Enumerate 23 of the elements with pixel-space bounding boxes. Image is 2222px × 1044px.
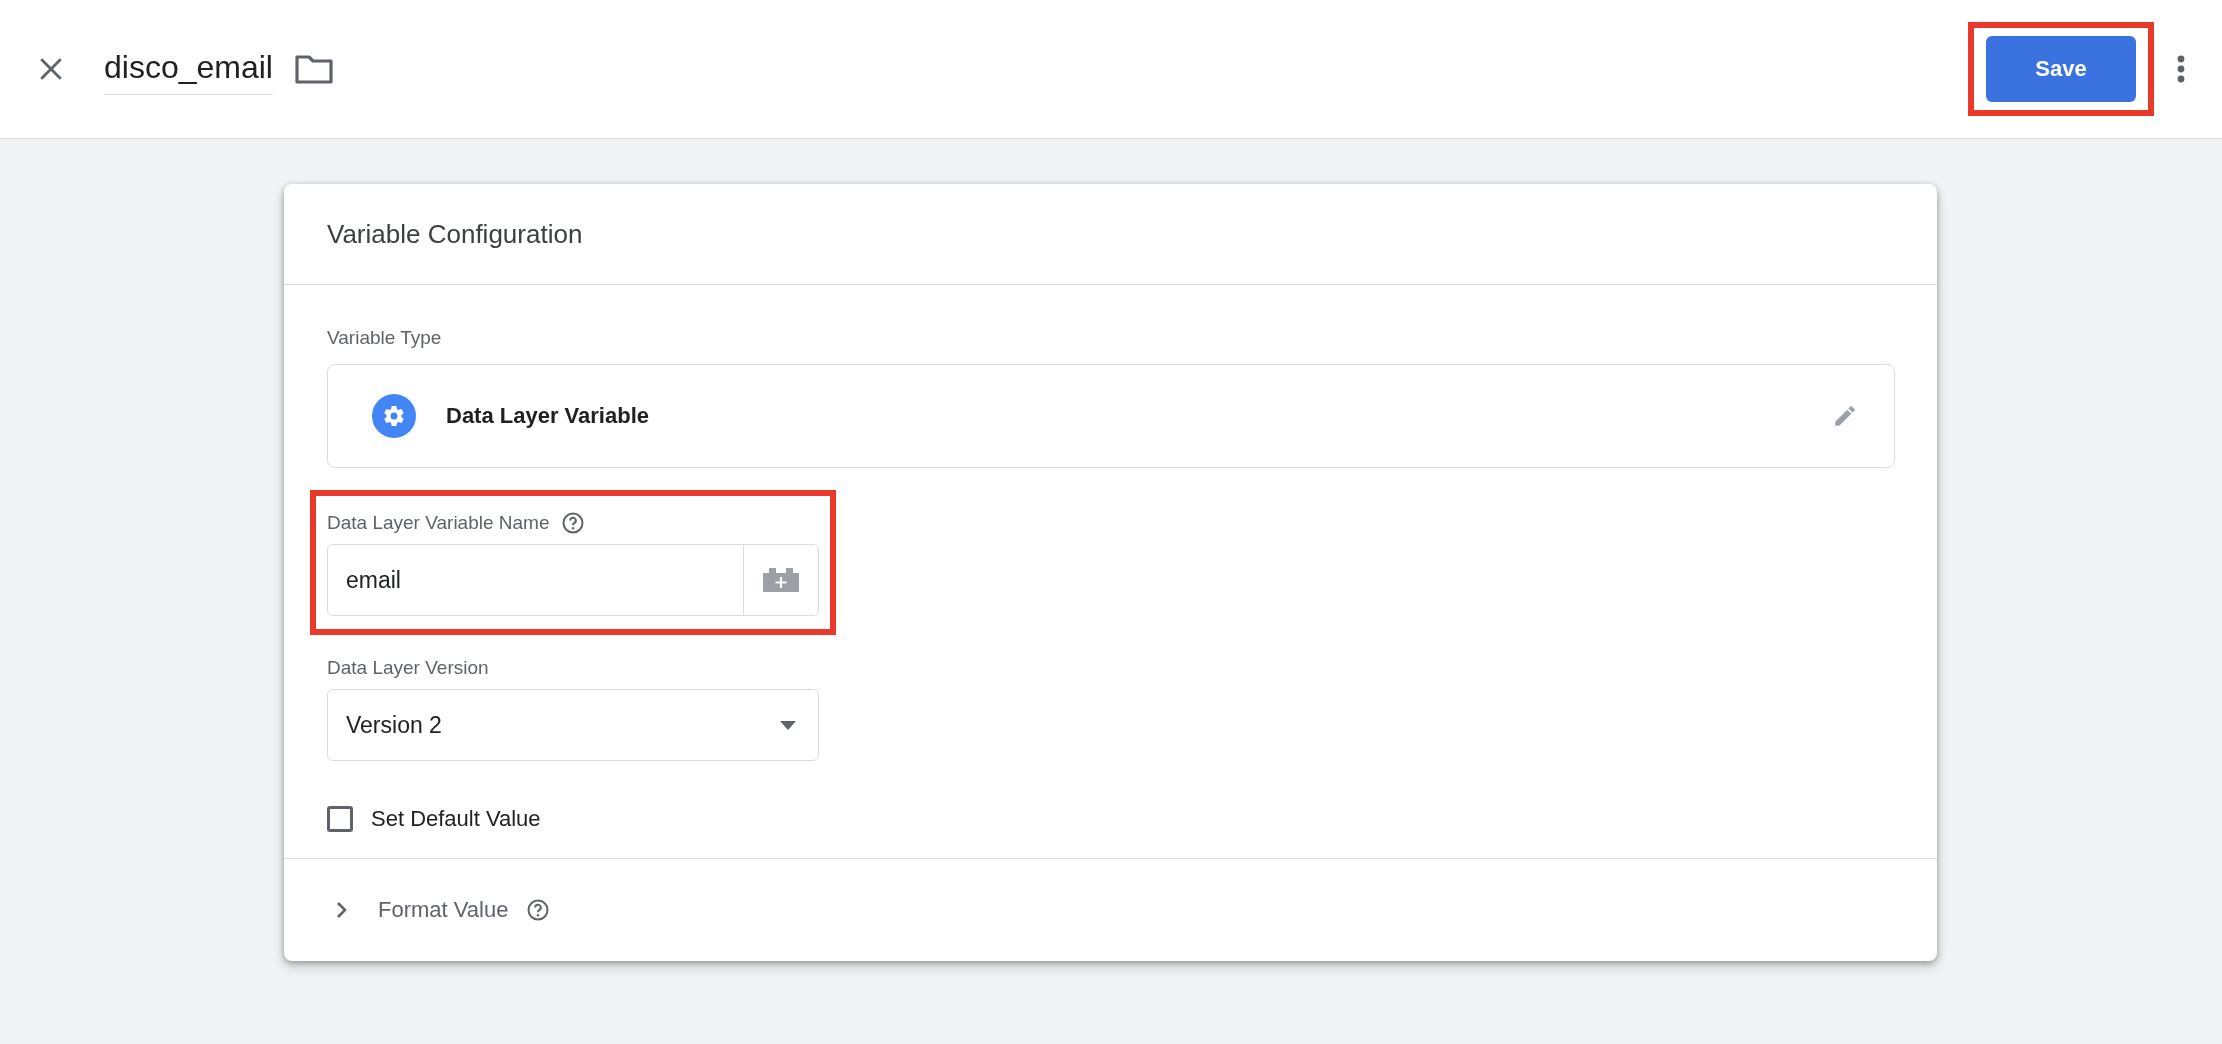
input-field[interactable]: email [327, 544, 819, 616]
section-toggle[interactable]: Format Value [378, 897, 509, 923]
help-icon[interactable] [561, 511, 586, 535]
field-label: Data Layer Variable Name [327, 512, 550, 534]
close-icon[interactable] [38, 56, 64, 82]
more-icon[interactable] [2176, 54, 2186, 84]
help-icon[interactable] [526, 898, 551, 922]
folder-icon[interactable] [294, 54, 333, 84]
card-title: Variable Configuration [327, 218, 583, 250]
field-label: Variable Type [327, 327, 442, 349]
pencil-icon[interactable] [1832, 403, 1858, 429]
brick-plus-icon [761, 567, 801, 593]
chevron-icon[interactable] [336, 901, 348, 919]
gear-icon [372, 394, 416, 438]
checkbox[interactable] [327, 806, 353, 832]
variable-type-selector[interactable]: Data Layer Variable [327, 364, 1895, 468]
save-button[interactable]: Save [1986, 36, 2136, 102]
version-dropdown[interactable]: Version 2 [327, 689, 819, 761]
checkbox-label: Set Default Value [371, 806, 541, 832]
dropdown-arrow-icon [780, 720, 796, 730]
variable-name-field[interactable]: disco_email [104, 43, 273, 95]
variable-type-name: Data Layer Variable [446, 403, 650, 429]
field-label: Data Layer Version [327, 657, 489, 679]
